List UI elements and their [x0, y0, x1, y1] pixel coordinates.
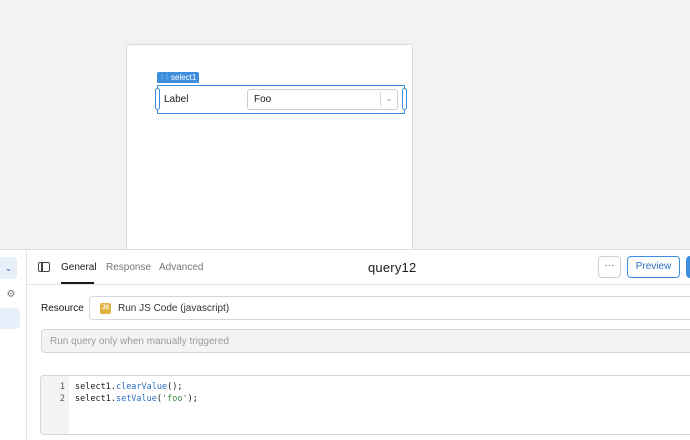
- sidebar-toggle-icon[interactable]: [38, 262, 50, 272]
- code-rest: ();: [167, 382, 183, 392]
- more-options-button[interactable]: ···: [598, 256, 621, 278]
- code-end: );: [187, 394, 198, 404]
- select-value: Foo: [254, 94, 272, 105]
- resource-select[interactable]: JS Run JS Code (javascript): [89, 296, 690, 320]
- code-object: select1.: [75, 382, 116, 392]
- query-list-strip: ⌄ ⚙: [0, 250, 27, 440]
- line-number: 2: [59, 394, 65, 404]
- resource-label: Resource: [41, 303, 84, 314]
- code-line[interactable]: select1.clearValue();: [75, 382, 183, 392]
- select-divider: [380, 92, 381, 107]
- run-button[interactable]: [686, 256, 690, 278]
- code-object: select1.: [75, 394, 116, 404]
- sliders-icon[interactable]: ⚙: [4, 288, 18, 302]
- query-header: General Response Advanced query12 ··· Pr…: [27, 250, 690, 285]
- code-editor[interactable]: 1 2 select1.clearValue(); select1.setVal…: [40, 375, 690, 435]
- select-dropdown[interactable]: Foo ⌄: [247, 89, 398, 110]
- select-label: Label: [164, 94, 189, 105]
- chevron-down-icon[interactable]: ⌄: [0, 257, 17, 279]
- component-tag[interactable]: ⋮⋮ select1: [157, 72, 200, 83]
- active-tab-indicator: [61, 282, 94, 284]
- preview-button[interactable]: Preview: [627, 256, 680, 278]
- tab-advanced[interactable]: Advanced: [159, 262, 203, 273]
- query-list-item-selected[interactable]: [0, 308, 20, 329]
- resource-value: Run JS Code (javascript): [118, 303, 230, 314]
- js-icon: JS: [100, 303, 111, 314]
- line-number: 1: [59, 382, 65, 392]
- trigger-placeholder: Run query only when manually triggered: [50, 336, 229, 347]
- app-canvas: ⋮⋮ select1 Label Foo ⌄: [0, 0, 690, 249]
- drag-grip-icon[interactable]: ⋮⋮: [159, 72, 170, 83]
- resize-handle-left[interactable]: [155, 88, 160, 110]
- trigger-select[interactable]: Run query only when manually triggered: [41, 329, 690, 353]
- code-function: clearValue: [115, 382, 168, 392]
- code-line[interactable]: select1.setValue('foo');: [75, 394, 198, 404]
- code-string: 'foo': [162, 394, 188, 404]
- component-tag-label: select1: [171, 73, 197, 82]
- query-name[interactable]: query12: [368, 260, 416, 275]
- code-function: setValue: [115, 394, 157, 404]
- chevron-down-icon[interactable]: ⌄: [385, 93, 393, 104]
- resize-handle-right[interactable]: [402, 88, 407, 110]
- query-panel: ⌄ ⚙ General Response Advanced query12 ··…: [0, 249, 690, 440]
- tab-response[interactable]: Response: [106, 262, 151, 273]
- tab-general[interactable]: General: [61, 262, 97, 273]
